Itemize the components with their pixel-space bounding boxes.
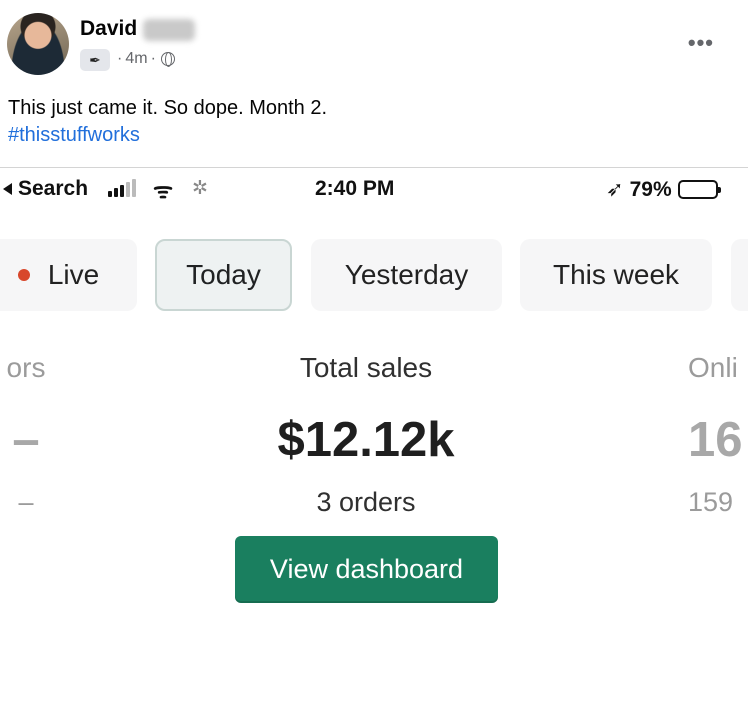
author-avatar[interactable]: [7, 13, 69, 75]
total-sales-value: $12.12k: [277, 413, 455, 467]
total-sales-orders: 3 orders: [316, 487, 416, 517]
metric-right-value: 16: [688, 413, 743, 467]
battery-icon: [677, 180, 721, 199]
metric-left-sub: –: [18, 487, 34, 517]
status-time: 2:40 PM: [315, 177, 395, 200]
tab-today[interactable]: Today: [155, 239, 292, 311]
loading-spinner-icon: ✲: [192, 178, 208, 199]
post-text: This just came it. So dope. Month 2. #th…: [8, 95, 327, 149]
location-arrow-icon: ➶: [606, 178, 624, 201]
view-dashboard-button[interactable]: View dashboard: [235, 536, 498, 603]
live-dot-icon: [17, 269, 30, 281]
metric-left-label: ors: [6, 352, 46, 383]
tab-live[interactable]: Live: [0, 239, 137, 311]
attached-screenshot[interactable]: Search ᯤ ✲ 2:40 PM ➶ 79% Live Today Yest…: [0, 168, 748, 705]
back-to-search[interactable]: Search: [3, 177, 88, 201]
facebook-post: David ✒ · 4m · ••• This just came it. So…: [0, 0, 748, 168]
tab-today-label: Today: [186, 259, 261, 290]
battery-percent: 79%: [629, 177, 672, 201]
pen-badge-icon: ✒: [80, 49, 110, 71]
ios-status-bar: Search ᯤ ✲ 2:40 PM ➶ 79%: [0, 168, 748, 210]
wifi-icon: ᯤ: [153, 178, 174, 203]
globe-icon: [160, 52, 175, 67]
cellular-signal-icon: [108, 179, 136, 197]
tab-yesterday[interactable]: Yesterday: [311, 239, 502, 311]
tab-yesterday-label: Yesterday: [344, 259, 469, 290]
metric-right-label: Onli: [688, 352, 738, 383]
metric-total-sales: Total sales $12.12k 3 orders: [216, 352, 516, 518]
post-hashtag[interactable]: #thisstuffworks: [8, 122, 327, 149]
more-options-button[interactable]: •••: [688, 30, 714, 56]
status-right: ➶ 79%: [606, 177, 721, 202]
tab-this-week-label: This week: [552, 259, 680, 290]
post-time[interactable]: 4m: [125, 50, 147, 68]
back-label: Search: [18, 177, 89, 200]
metric-right-sub: 159: [688, 487, 734, 517]
tab-next-partial[interactable]: [731, 239, 748, 311]
meta-separator-2: ·: [150, 50, 156, 67]
blurred-surname: [143, 19, 195, 41]
meta-separator: ·: [117, 50, 123, 67]
metric-orders-partial: ors – –: [0, 352, 56, 518]
post-message: This just came it. So dope. Month 2.: [8, 97, 328, 119]
metric-left-value: –: [12, 413, 40, 467]
metric-online-partial: Onli 16 159: [688, 352, 748, 518]
author-name[interactable]: David: [80, 17, 137, 41]
total-sales-label: Total sales: [299, 352, 433, 383]
date-range-tabs: Live Today Yesterday This week: [0, 239, 748, 311]
post-meta: · 4m ·: [117, 50, 175, 68]
tab-this-week[interactable]: This week: [520, 239, 712, 311]
back-arrow-icon: [3, 183, 12, 195]
tab-live-label: Live: [47, 259, 100, 290]
